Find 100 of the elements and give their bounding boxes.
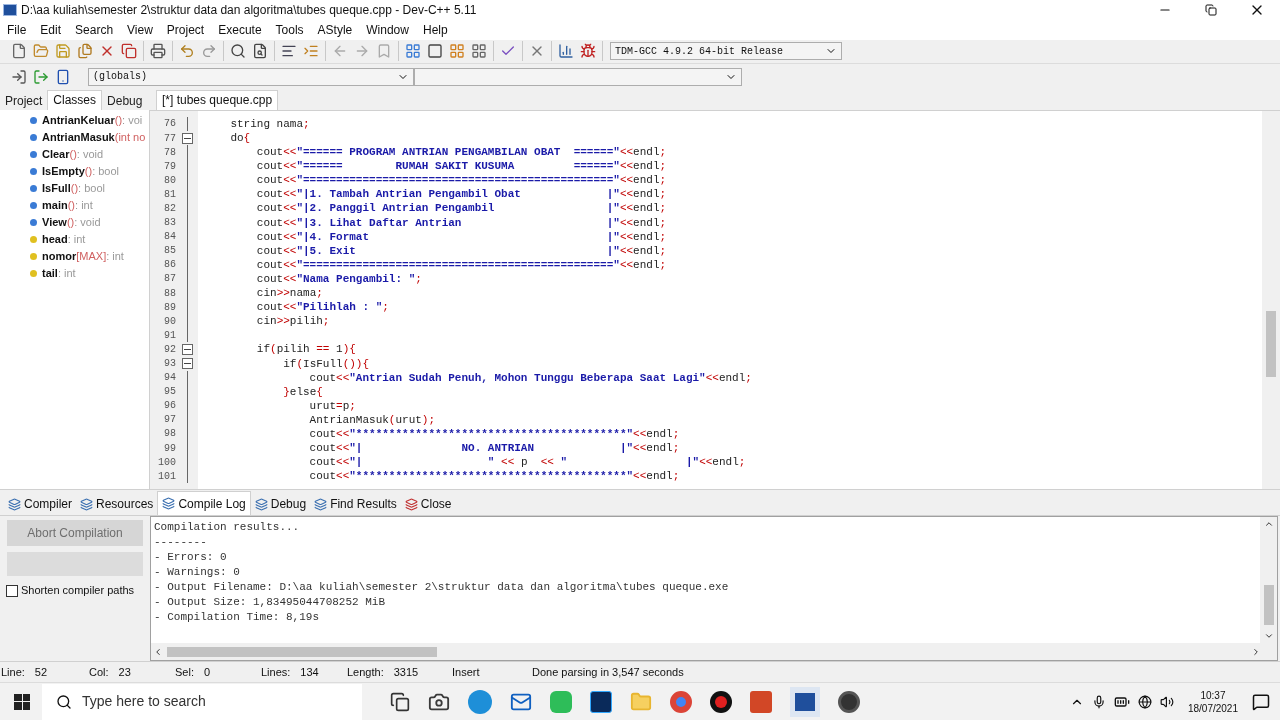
status-label: Length: [346,664,384,680]
line-number: 97 [163,413,176,428]
code-line: cout<<"Pilihlah : "; [255,300,389,315]
output-tab[interactable]: Compile Log [157,491,251,516]
app-square-icon[interactable] [590,690,612,713]
code-line: do{ [229,131,251,145]
log-line: - Output Filename: D:\aa kuliah\semester 2\struktur data dan algoritma\tubes queque.exe [154,580,729,595]
menu-item[interactable]: AStyle [310,20,360,39]
layers-icon [314,497,328,511]
status-label: Sel: [174,664,194,680]
menu-item[interactable]: Execute [211,20,269,39]
panel-tab[interactable]: Debug [102,91,148,110]
menu-item[interactable]: Project [159,20,212,39]
menu-item[interactable]: Tools [268,20,311,39]
output-tab[interactable]: Find Results [310,493,401,516]
tree-item[interactable]: IsFull(): bool [0,179,149,197]
circle-app-icon[interactable] [838,690,860,713]
line-number: 98 [163,427,176,442]
windows-start-icon[interactable] [14,693,30,710]
code-line: }else{ [282,384,323,399]
code-line: cout<<"| NO. ANTRIAN |"<<endl; [308,441,680,456]
taskbar-search-field[interactable]: Type here to search [42,683,362,720]
output-tab[interactable]: Close [400,493,456,516]
shorten-paths-checkbox[interactable]: Shorten compiler paths [6,582,143,599]
code-line: cout<<"*****************************************"<<endl; [308,469,680,484]
line-number: 91 [163,328,176,343]
log-line: - Errors: 0 [154,550,227,565]
tree-item[interactable]: main(): int [0,196,149,214]
menu-item[interactable]: Search [68,20,121,39]
field-icon [30,235,37,243]
fold-toggle[interactable] [182,343,193,355]
layers-icon [80,497,93,511]
tree-item[interactable]: tail: int [0,264,149,282]
microphone-icon[interactable] [1091,694,1106,709]
line-number: 89 [163,300,176,315]
log-line: - Warnings: 0 [154,565,240,580]
layers-icon [404,497,418,511]
scroll-thumb[interactable] [1266,310,1276,377]
active-app-icon[interactable] [790,686,820,717]
log-vertical-scrollbar[interactable] [1260,517,1277,644]
compiler-select[interactable]: TDM-GCC 4.9.2 64-bit Release [610,42,842,61]
scroll-left-icon [153,646,163,657]
menu-item[interactable]: View [120,20,160,39]
code-line: cout<<"|1. Tambah Antrian Pengambil Obat |"<<endl; [255,187,667,202]
method-icon [30,218,37,226]
line-number: 76 [163,117,176,132]
code-line: cout<<"====== RUMAH SAKIT KUSUMA ======"<<endl; [255,159,667,174]
status-mode: Insert [451,664,481,680]
line-number: 101 [157,469,176,484]
tree-item[interactable]: nomor[MAX]: int [0,247,149,265]
code-line: cout<<"|2. Panggil Antrian Pengambil |"<<endl; [255,201,667,216]
menu-item[interactable]: File [0,20,34,39]
panel-tab[interactable]: Classes [47,89,103,110]
tree-item[interactable]: IsEmpty(): bool [0,162,149,180]
line-number: 83 [163,216,176,231]
status-value: 134 [300,664,319,680]
panel-tab[interactable]: Project [0,91,48,110]
tree-item[interactable]: Clear(): void [0,145,149,163]
line-number: 77 [163,131,176,146]
method-icon [30,116,37,124]
fold-toggle[interactable] [182,132,193,144]
globe-icon[interactable] [1137,694,1152,709]
line-number: 88 [163,286,176,301]
notifications-icon[interactable] [1252,692,1270,711]
status-value: 23 [118,664,131,680]
status-label: Lines: [260,664,291,680]
scroll-thumb[interactable] [1263,585,1274,626]
task-view-icon[interactable] [390,691,410,712]
tree-item[interactable]: AntrianMasuk(int no [0,128,149,146]
scope-select[interactable]: (globals) [88,67,414,86]
scroll-thumb[interactable] [167,646,437,657]
code-line: cin>>nama; [255,286,323,301]
tree-item[interactable]: head: int [0,230,149,248]
record-icon[interactable] [710,690,732,713]
line-number: 82 [163,202,176,216]
log-line: - Output Size: 1,83495044708252 MiB [154,595,386,610]
editor-tab[interactable]: [*] tubes queque.cpp [156,89,279,110]
window-title: D:\aa kuliah\semester 2\struktur data dan algoritma\tubes queque.cpp - Dev-C++ 5.11 [21,2,477,19]
log-line: Compilation results... [154,520,300,535]
vertical-scrollbar[interactable] [1262,110,1280,490]
output-tab[interactable]: Resources [76,493,158,516]
code-line: if(pilih == 1){ [255,342,356,357]
code-line: cout<<"|3. Lihat Daftar Antrian |"<<endl; [255,215,667,230]
menu-item[interactable]: Edit [33,20,69,39]
output-tab[interactable]: Compiler [4,493,76,516]
speaker-icon[interactable] [1159,694,1174,709]
search-icon [56,693,72,710]
line-number: 79 [163,159,176,174]
menu-item[interactable]: Help [415,20,455,39]
layers-icon [254,497,268,511]
tree-item[interactable]: View(): void [0,213,149,231]
line-number: 90 [163,314,176,329]
code-line: AntrianMasuk(urut); [308,412,436,427]
fold-toggle[interactable] [182,358,193,369]
log-horizontal-scrollbar[interactable] [151,643,1277,661]
line-number: 81 [163,187,176,202]
menu-item[interactable]: Window [359,20,416,39]
output-tab[interactable]: Debug [250,493,311,516]
code-line: cout<<"*****************************************"<<endl; [308,427,680,441]
tree-item[interactable]: AntrianKeluar(): voi [0,111,149,129]
